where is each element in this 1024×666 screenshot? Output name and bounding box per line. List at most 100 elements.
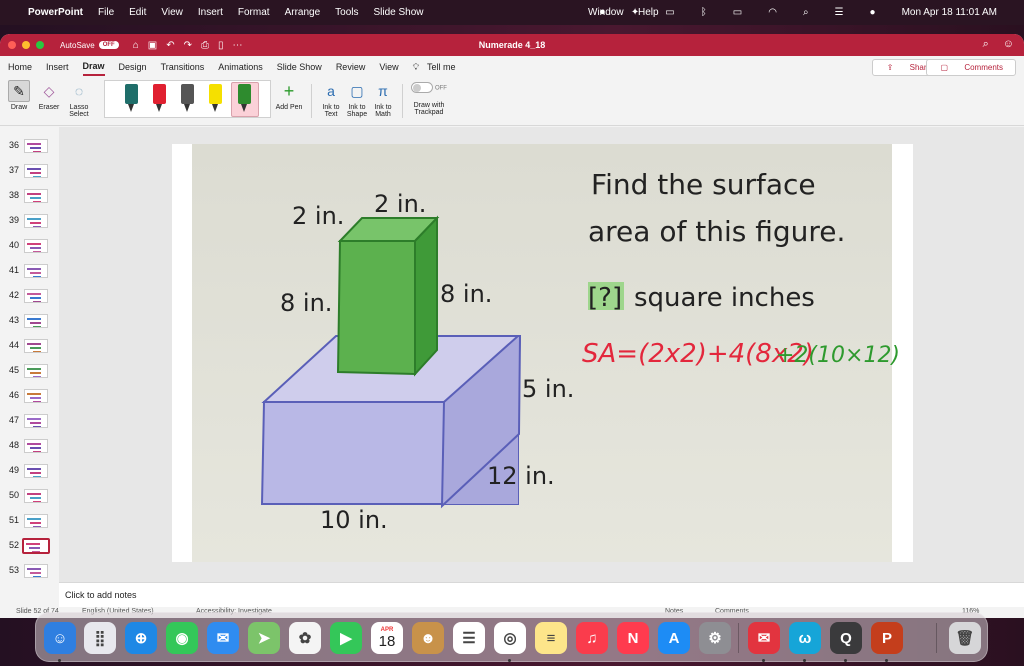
slide-preview	[22, 538, 50, 554]
slide-preview	[24, 289, 48, 303]
menu-slide-show[interactable]: Slide Show	[374, 7, 424, 18]
pen-green[interactable]	[238, 84, 251, 114]
slide-number: 50	[8, 490, 19, 500]
search-icon[interactable]: ⌕	[983, 38, 989, 51]
powerpoint-icon[interactable]: P	[871, 622, 903, 654]
preview-mark	[27, 468, 41, 470]
preview-mark	[33, 301, 41, 302]
slide-thumbnail-42[interactable]: 42	[4, 285, 56, 307]
messages-icon[interactable]: ◉	[166, 622, 198, 654]
extension-icon[interactable]: ✦	[631, 7, 639, 18]
menu-tools[interactable]: Tools	[335, 7, 358, 18]
menu-format[interactable]: Format	[238, 7, 270, 18]
draw-tool-button[interactable]: ✎ Draw	[4, 80, 34, 111]
siri-icon[interactable]: ●	[870, 7, 876, 18]
tab-draw[interactable]: Draw	[82, 58, 105, 76]
clock[interactable]: Mon Apr 18 11:01 AM	[902, 7, 997, 18]
add-pen-button[interactable]: + Add Pen	[272, 80, 306, 112]
pen-gray[interactable]	[181, 84, 194, 114]
slide-thumbnail-53[interactable]: 53	[4, 560, 56, 582]
tab-animations[interactable]: Animations	[218, 59, 263, 75]
app-menu[interactable]: PowerPoint	[28, 7, 83, 18]
ink-to-text-button[interactable]: a Ink to Text	[317, 80, 345, 118]
control-center-icon[interactable]: ☰	[835, 7, 844, 18]
maps-icon[interactable]: ➤	[248, 622, 280, 654]
slide-thumbnail-50[interactable]: 50	[4, 485, 56, 507]
slide-thumbnail-37[interactable]: 37	[4, 160, 56, 182]
mail-icon[interactable]: ✉	[207, 622, 239, 654]
menu-edit[interactable]: Edit	[129, 7, 146, 18]
slide-preview	[24, 489, 48, 503]
slide-thumbnail-44[interactable]: 44	[4, 335, 56, 357]
slide-thumbnail-52[interactable]: 52	[4, 535, 56, 557]
notes-pane[interactable]: Click to add notes	[59, 582, 1024, 607]
slide-number: 42	[8, 290, 19, 300]
spotlight-icon[interactable]: ⌕	[803, 7, 809, 18]
display-icon[interactable]: ▭	[665, 7, 674, 18]
menu-file[interactable]: File	[98, 7, 114, 18]
record-icon[interactable]: ⏺	[600, 7, 605, 18]
ink-to-shape-button[interactable]: ▢ Ink to Shape	[343, 80, 371, 119]
slide-number: 43	[8, 315, 19, 325]
slide-thumbnail-43[interactable]: 43	[4, 310, 56, 332]
safari-icon[interactable]: ⊕	[125, 622, 157, 654]
slide-thumbnail-39[interactable]: 39	[4, 210, 56, 232]
menu-insert[interactable]: Insert	[198, 7, 223, 18]
quicktime-icon[interactable]: Q	[830, 622, 862, 654]
highlighter-yellow[interactable]	[209, 84, 222, 114]
preview-mark	[33, 426, 41, 427]
photos-icon[interactable]: ✿	[289, 622, 321, 654]
slide-thumbnail-36[interactable]: 36	[4, 135, 56, 157]
menu-arrange[interactable]: Arrange	[285, 7, 321, 18]
eraser-button[interactable]: ◇ Eraser	[34, 80, 64, 112]
news-icon[interactable]: N	[617, 622, 649, 654]
draw-with-trackpad-toggle[interactable]: OFF Draw with Trackpad	[408, 82, 450, 116]
slide-thumbnail-51[interactable]: 51	[4, 510, 56, 532]
slide-thumbnail-46[interactable]: 46	[4, 385, 56, 407]
bluetooth-icon[interactable]: ᛒ	[701, 7, 707, 18]
tab-view[interactable]: View	[379, 59, 398, 75]
calendar-icon[interactable]: APR 18	[371, 622, 403, 654]
ink-to-math-button[interactable]: π Ink to Math	[369, 80, 397, 118]
music-icon[interactable]: ♫	[576, 622, 608, 654]
preview-mark	[33, 326, 41, 327]
tab-slide-show[interactable]: Slide Show	[277, 59, 322, 75]
tab-transitions[interactable]: Transitions	[161, 59, 205, 75]
slide-thumbnail-45[interactable]: 45	[4, 360, 56, 382]
slide-thumbnail-41[interactable]: 41	[4, 260, 56, 282]
email-app-icon[interactable]: ✉	[748, 622, 780, 654]
w-app-icon[interactable]: ω	[789, 622, 821, 654]
lasso-select-button[interactable]: ◌ Lasso Select	[64, 80, 94, 118]
tab-home[interactable]: Home	[8, 59, 32, 75]
preview-mark	[27, 318, 41, 320]
account-icon[interactable]: ☺	[1003, 38, 1014, 51]
pen-red[interactable]	[153, 84, 166, 114]
menu-view[interactable]: View	[161, 7, 183, 18]
current-slide[interactable]: 2 in. 2 in. 8 in. 8 in. 5 in. 12 in. 10 …	[172, 144, 913, 562]
wifi-icon[interactable]: ◠	[768, 7, 777, 18]
slide-thumbnail-47[interactable]: 47	[4, 410, 56, 432]
chrome-icon[interactable]: ◎	[494, 622, 526, 654]
contacts-icon[interactable]: ☻	[412, 622, 444, 654]
facetime-icon[interactable]: ▶	[330, 622, 362, 654]
trash-icon[interactable]: 🗑︎	[949, 622, 981, 654]
settings-icon[interactable]: ⚙	[699, 622, 731, 654]
comments-button[interactable]: ▢ Comments	[925, 59, 1016, 76]
tab-tell-me[interactable]: Tell me	[427, 59, 456, 75]
tab-design[interactable]: Design	[119, 59, 147, 75]
appstore-icon[interactable]: A	[658, 622, 690, 654]
launchpad-icon[interactable]: ⣿	[84, 622, 116, 654]
tab-insert[interactable]: Insert	[46, 59, 69, 75]
powerpoint-window: AutoSave OFF ⌂ ▣ ↶ ↷ ⎙ ▯ ⋯ Numerade 4_18…	[0, 34, 1024, 618]
reminders-icon[interactable]: ☰	[453, 622, 485, 654]
tab-review[interactable]: Review	[336, 59, 366, 75]
notes-icon[interactable]: ≡	[535, 622, 567, 654]
pen-teal[interactable]	[125, 84, 138, 114]
slide-thumbnail-40[interactable]: 40	[4, 235, 56, 257]
slide-thumbnail-49[interactable]: 49	[4, 460, 56, 482]
battery-icon[interactable]: ▭	[733, 7, 742, 18]
slide-thumbnail-38[interactable]: 38	[4, 185, 56, 207]
slide-thumbnail-48[interactable]: 48	[4, 435, 56, 457]
finder-icon[interactable]: ☺	[44, 622, 76, 654]
dock-separator	[936, 623, 937, 653]
